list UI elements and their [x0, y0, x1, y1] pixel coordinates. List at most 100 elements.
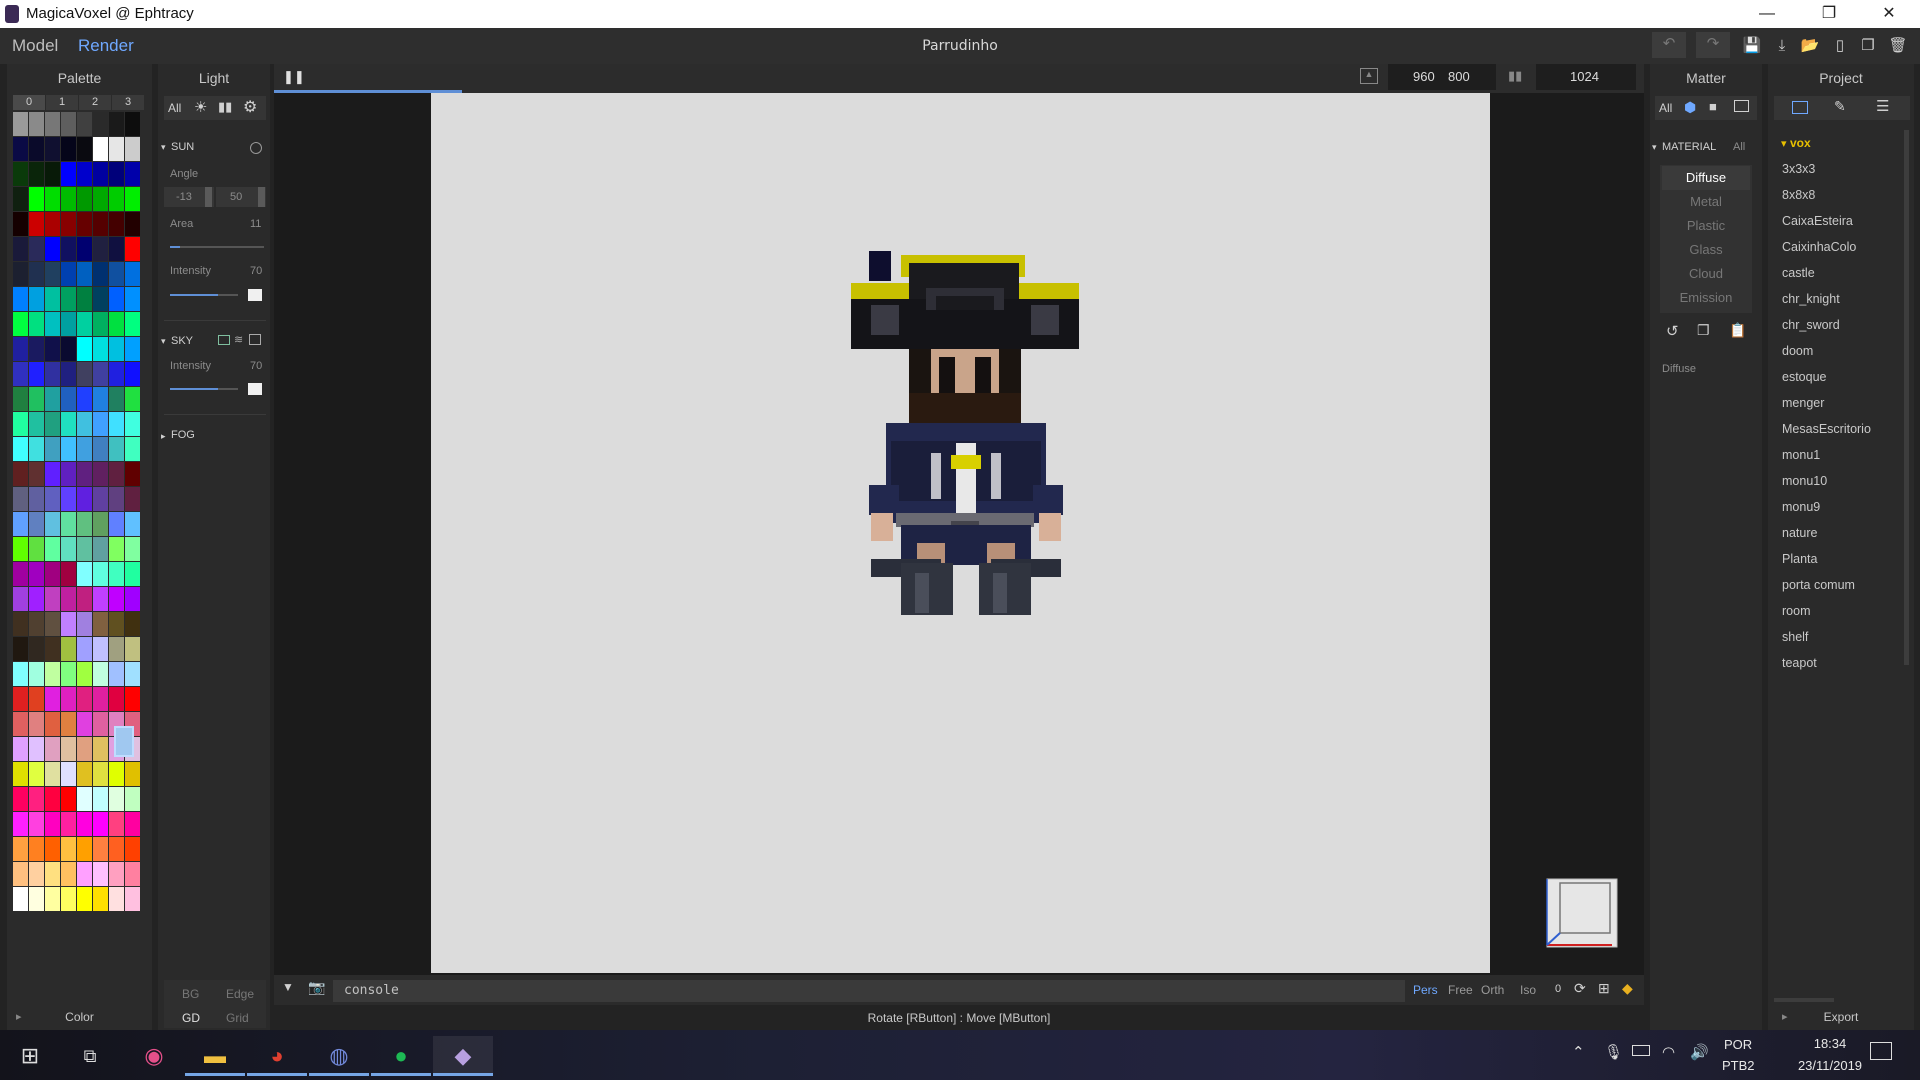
color-swatch[interactable]: [13, 762, 28, 786]
sun-collapse-icon[interactable]: ▾: [161, 142, 166, 153]
samples-icon[interactable]: ▮▮: [1508, 68, 1522, 84]
light-filter-all[interactable]: All: [168, 101, 181, 115]
bg-toggle[interactable]: BG: [182, 987, 199, 1001]
color-swatch[interactable]: [61, 337, 76, 361]
color-swatch[interactable]: [29, 512, 44, 536]
minimize-button[interactable]: —: [1744, 0, 1790, 28]
color-swatch[interactable]: [93, 337, 108, 361]
color-swatch[interactable]: [29, 737, 44, 761]
color-swatch[interactable]: [13, 712, 28, 736]
color-swatch[interactable]: [109, 462, 124, 486]
color-swatch[interactable]: [77, 262, 92, 286]
project-hscrollbar[interactable]: [1774, 998, 1834, 1002]
clock-time[interactable]: 18:34: [1790, 1036, 1870, 1051]
color-swatch[interactable]: [13, 137, 28, 161]
volume-icon[interactable]: 🔊: [1690, 1043, 1709, 1061]
color-swatch[interactable]: [109, 612, 124, 636]
color-swatch[interactable]: [125, 412, 140, 436]
color-swatch[interactable]: [13, 412, 28, 436]
color-swatch[interactable]: [45, 887, 60, 911]
color-swatch[interactable]: [125, 587, 140, 611]
color-swatch[interactable]: [109, 537, 124, 561]
color-swatch[interactable]: [13, 237, 28, 261]
color-swatch[interactable]: [77, 237, 92, 261]
color-swatch[interactable]: [13, 887, 28, 911]
color-swatch[interactable]: [61, 487, 76, 511]
color-swatch[interactable]: [29, 137, 44, 161]
color-swatch[interactable]: [125, 212, 140, 236]
color-swatch[interactable]: [109, 762, 124, 786]
project-file-item[interactable]: chr_sword: [1782, 318, 1840, 332]
color-swatch[interactable]: [61, 787, 76, 811]
project-file-item[interactable]: 8x8x8: [1782, 188, 1815, 202]
color-swatch[interactable]: [61, 162, 76, 186]
color-swatch[interactable]: [93, 562, 108, 586]
color-swatch[interactable]: [29, 387, 44, 411]
color-swatch[interactable]: [29, 712, 44, 736]
color-swatch[interactable]: [109, 562, 124, 586]
color-swatch[interactable]: [93, 862, 108, 886]
color-swatch[interactable]: [93, 537, 108, 561]
paint-app-icon[interactable]: ◉: [124, 1036, 184, 1076]
color-swatch[interactable]: [13, 112, 28, 136]
color-swatch[interactable]: [45, 112, 60, 136]
color-swatch[interactable]: [125, 362, 140, 386]
color-swatch[interactable]: [125, 837, 140, 861]
color-swatch[interactable]: [77, 362, 92, 386]
color-swatch[interactable]: [45, 512, 60, 536]
color-swatch[interactable]: [93, 462, 108, 486]
project-file-item[interactable]: chr_knight: [1782, 292, 1840, 306]
color-swatch[interactable]: [45, 387, 60, 411]
color-swatch[interactable]: [29, 762, 44, 786]
color-swatch[interactable]: [29, 862, 44, 886]
color-swatch[interactable]: [125, 637, 140, 661]
color-swatch[interactable]: [77, 337, 92, 361]
color-swatch[interactable]: [125, 662, 140, 686]
copy-material-icon[interactable]: ❐: [1697, 322, 1710, 339]
open-folder-icon[interactable]: 📂: [1798, 34, 1822, 58]
color-swatch[interactable]: [109, 862, 124, 886]
color-swatch[interactable]: [125, 337, 140, 361]
restore-button[interactable]: ❐: [1806, 0, 1852, 28]
color-swatch[interactable]: [77, 387, 92, 411]
color-swatch[interactable]: [29, 212, 44, 236]
color-swatch[interactable]: [77, 837, 92, 861]
color-swatch[interactable]: [77, 162, 92, 186]
task-view-icon[interactable]: ⧉: [60, 1036, 120, 1076]
project-file-item[interactable]: porta comum: [1782, 578, 1855, 592]
color-swatch[interactable]: [45, 787, 60, 811]
image-filter-icon[interactable]: [1734, 100, 1749, 112]
project-scrollbar[interactable]: [1904, 130, 1909, 665]
color-swatch[interactable]: [93, 712, 108, 736]
material-filter-icon[interactable]: ⬢: [1684, 99, 1696, 116]
render-canvas[interactable]: [431, 93, 1490, 973]
color-swatch[interactable]: [77, 787, 92, 811]
material-metal[interactable]: Metal: [1662, 190, 1750, 214]
color-swatch[interactable]: [93, 137, 108, 161]
color-swatch[interactable]: [61, 537, 76, 561]
color-swatch[interactable]: [45, 637, 60, 661]
color-swatch[interactable]: [45, 462, 60, 486]
file-explorer-icon[interactable]: ▬: [185, 1036, 245, 1076]
sun-intensity-slider[interactable]: [170, 294, 238, 296]
color-swatch[interactable]: [109, 212, 124, 236]
color-swatch[interactable]: [77, 462, 92, 486]
color-swatch[interactable]: [13, 537, 28, 561]
color-swatch[interactable]: [13, 612, 28, 636]
brush-icon[interactable]: ✎: [1834, 98, 1846, 115]
color-swatch[interactable]: [45, 862, 60, 886]
color-swatch[interactable]: [61, 812, 76, 836]
color-swatch[interactable]: [61, 637, 76, 661]
color-swatch[interactable]: [77, 187, 92, 211]
project-file-item[interactable]: monu9: [1782, 500, 1820, 514]
export-label[interactable]: Export: [1768, 1010, 1914, 1024]
color-swatch[interactable]: [93, 237, 108, 261]
project-file-item[interactable]: monu1: [1782, 448, 1820, 462]
color-swatch[interactable]: [109, 837, 124, 861]
color-swatch[interactable]: [45, 212, 60, 236]
edge-toggle[interactable]: Edge: [226, 987, 254, 1001]
console-toggle-icon[interactable]: ▼: [282, 980, 294, 994]
color-swatch[interactable]: [125, 512, 140, 536]
stats-filter-icon[interactable]: ▮▮: [218, 99, 232, 115]
color-swatch[interactable]: [45, 162, 60, 186]
